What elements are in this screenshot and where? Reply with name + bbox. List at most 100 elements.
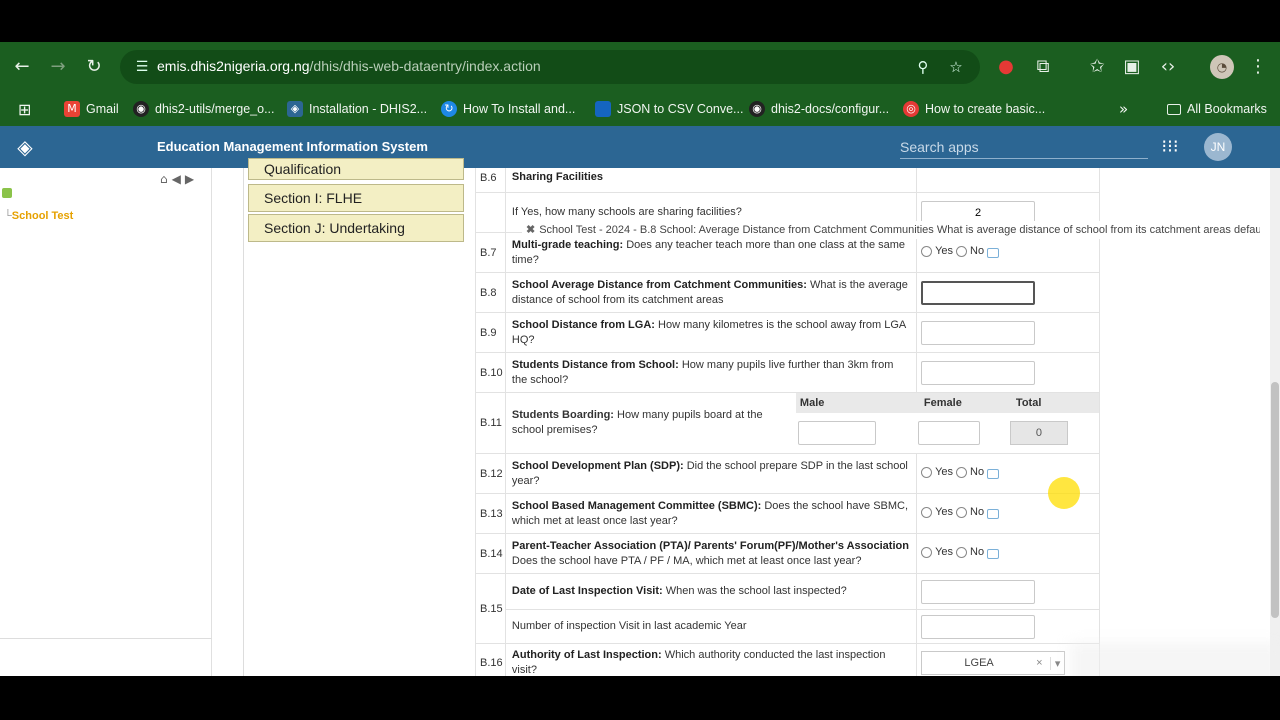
extension-red-icon[interactable]: ● [994,55,1018,79]
question: Students Boarding: How many pupils board… [506,393,796,453]
chevron-down-icon[interactable]: ▾ [1050,656,1064,670]
comment-icon[interactable] [987,247,1000,258]
table-row: B.16 Authority of Last Inspection: Which… [475,643,1100,676]
section-flhe[interactable]: Section I: FLHE [248,184,464,212]
boarding-male-input[interactable] [797,421,876,445]
radio-no[interactable]: No [956,546,984,558]
boarding-header: Male Female Total [795,393,1099,413]
home-icon[interactable]: ⌂ [160,172,168,186]
radio-circle-icon [921,466,933,478]
bookmark-merge[interactable]: ◉ dhis2-utils/merge_o... [133,100,275,118]
bookmark-gmail[interactable]: M Gmail [64,100,119,118]
comment-icon[interactable] [987,468,1000,479]
bookmark-label: JSON to CSV Conve... [617,102,744,116]
profile-avatar-icon[interactable]: ◔ [1210,55,1234,79]
section-qualification[interactable]: Qualification [248,158,464,180]
question: Number of inspection Visit in last acade… [504,609,918,644]
bookmark-how-to-create[interactable]: ◎ How to create basic... [903,100,1045,118]
apps-grid-icon[interactable]: ⊞ [18,100,31,119]
table-row: B.15 Date of Last Inspection Visit: When… [475,573,1100,644]
bookmark-json-csv[interactable]: JSON to CSV Conve... [595,100,743,118]
tab-groups-icon[interactable]: ▣ [1120,55,1144,79]
radio-label: No [970,466,985,479]
section-divider [243,168,244,676]
bookmark-label: dhis2-utils/merge_o... [155,102,275,116]
table-row: Number of inspection Visit in last acade… [476,609,1100,644]
radio-no[interactable]: No [956,466,984,478]
extensions-puzzle-icon[interactable]: ⧉ [1031,55,1055,79]
row-code: B.13 [475,493,506,534]
opera-icon: ◎ [903,101,919,117]
reading-list-icon[interactable]: ✩ [1085,55,1109,79]
boarding-cell: Students Boarding: How many pupils board… [504,392,1101,454]
radio-label: No [970,546,985,559]
comment-icon[interactable] [987,548,1000,559]
tree-node-selected[interactable]: └School Test [4,210,73,222]
question-title: Sharing Facilities [511,171,604,183]
bookmark-label: How to create basic... [925,102,1046,116]
more-bookmarks-icon[interactable]: » [1119,100,1128,118]
answer-cell [916,272,1100,313]
radio-no[interactable]: No [956,245,984,257]
forward-icon[interactable]: → [46,55,70,79]
apps-menu-icon[interactable]: ⁝⁝⁝ [1160,137,1180,157]
radio-circle-icon [956,245,968,257]
devtools-icon[interactable]: ‹› [1156,55,1180,79]
radio-yes[interactable]: Yes [921,506,953,518]
arrow-left-icon[interactable]: ◀ [172,172,181,186]
tree-root-icon[interactable] [2,188,12,198]
zoom-icon[interactable]: ⚲ [913,57,933,77]
question-title: School Average Distance from Catchment C… [511,278,807,291]
tree-line: └ [4,210,12,222]
radio-yes[interactable]: Yes [921,546,953,558]
comment-icon[interactable] [987,508,1000,519]
inspection-count-input[interactable] [921,614,1036,639]
menu-kebab-icon[interactable]: ⋮ [1246,55,1270,79]
refresh-logo-icon: ↻ [441,101,457,117]
avg-distance-input[interactable] [921,280,1036,305]
url-text[interactable]: emis.dhis2nigeria.org.ng/dhis/dhis-web-d… [157,58,541,74]
radio-label: No [970,245,985,258]
table-row: B.8 School Average Distance from Catchme… [475,272,1100,313]
back-icon[interactable]: ← [10,55,34,79]
form-table: B.6 Sharing Facilities If Yes, how many … [475,168,1101,676]
star-icon[interactable]: ☆ [946,57,966,77]
radio-no[interactable]: No [956,506,984,518]
scrollbar-thumb[interactable] [1271,382,1279,618]
students-distance-input[interactable] [921,360,1036,385]
question: School Based Management Committee (SBMC)… [504,493,918,534]
site-info-icon[interactable]: ☰ [132,57,152,77]
section-undertaking[interactable]: Section J: Undertaking [248,214,464,242]
all-bookmarks-folder[interactable]: All Bookmarks [1167,100,1267,118]
bookmark-label: How To Install and... [463,102,576,116]
lga-distance-input[interactable] [921,320,1036,345]
user-avatar[interactable]: JN [1204,133,1232,161]
bookmark-dhis2-docs[interactable]: ◉ dhis2-docs/configur... [749,100,889,118]
bookmark-installation[interactable]: ◈ Installation - DHIS2... [287,100,427,118]
data-entry-form: B.6 Sharing Facilities If Yes, how many … [470,168,1270,676]
question-title: Date of Last Inspection Visit: [511,585,663,597]
question-title: School Distance from LGA: [511,318,655,331]
boarding-total: 0 [1009,421,1068,445]
boarding-female-input[interactable] [917,421,980,445]
reload-icon[interactable]: ↻ [82,55,106,79]
search-apps-input[interactable] [900,135,1148,159]
arrow-right-icon[interactable]: ▶ [185,172,194,186]
radio-yes[interactable]: Yes [921,245,953,257]
authority-select[interactable]: LGEA × ▾ [921,651,1066,675]
bookmark-label: dhis2-docs/configur... [771,102,890,116]
dhis2-logo-icon[interactable]: ◈ [12,135,38,159]
tooltip-text: School Test - 2024 - B.8 School: Average… [539,224,1260,236]
folder-icon [1167,103,1181,115]
address-bar[interactable]: ☰ emis.dhis2nigeria.org.ng/dhis/dhis-web… [120,50,980,84]
col-male: Male [799,397,825,409]
last-inspection-date-input[interactable] [921,579,1036,604]
radio-label: No [970,506,985,519]
clear-icon[interactable]: × [1036,657,1050,669]
close-icon[interactable]: ✖ [526,224,535,236]
bookmark-how-to-install[interactable]: ↻ How To Install and... [441,100,575,118]
table-row: B.11 Students Boarding: How many pupils … [475,392,1101,454]
radio-yes[interactable]: Yes [921,466,953,478]
row-code: B.12 [475,453,506,494]
answer-cell [916,312,1100,353]
